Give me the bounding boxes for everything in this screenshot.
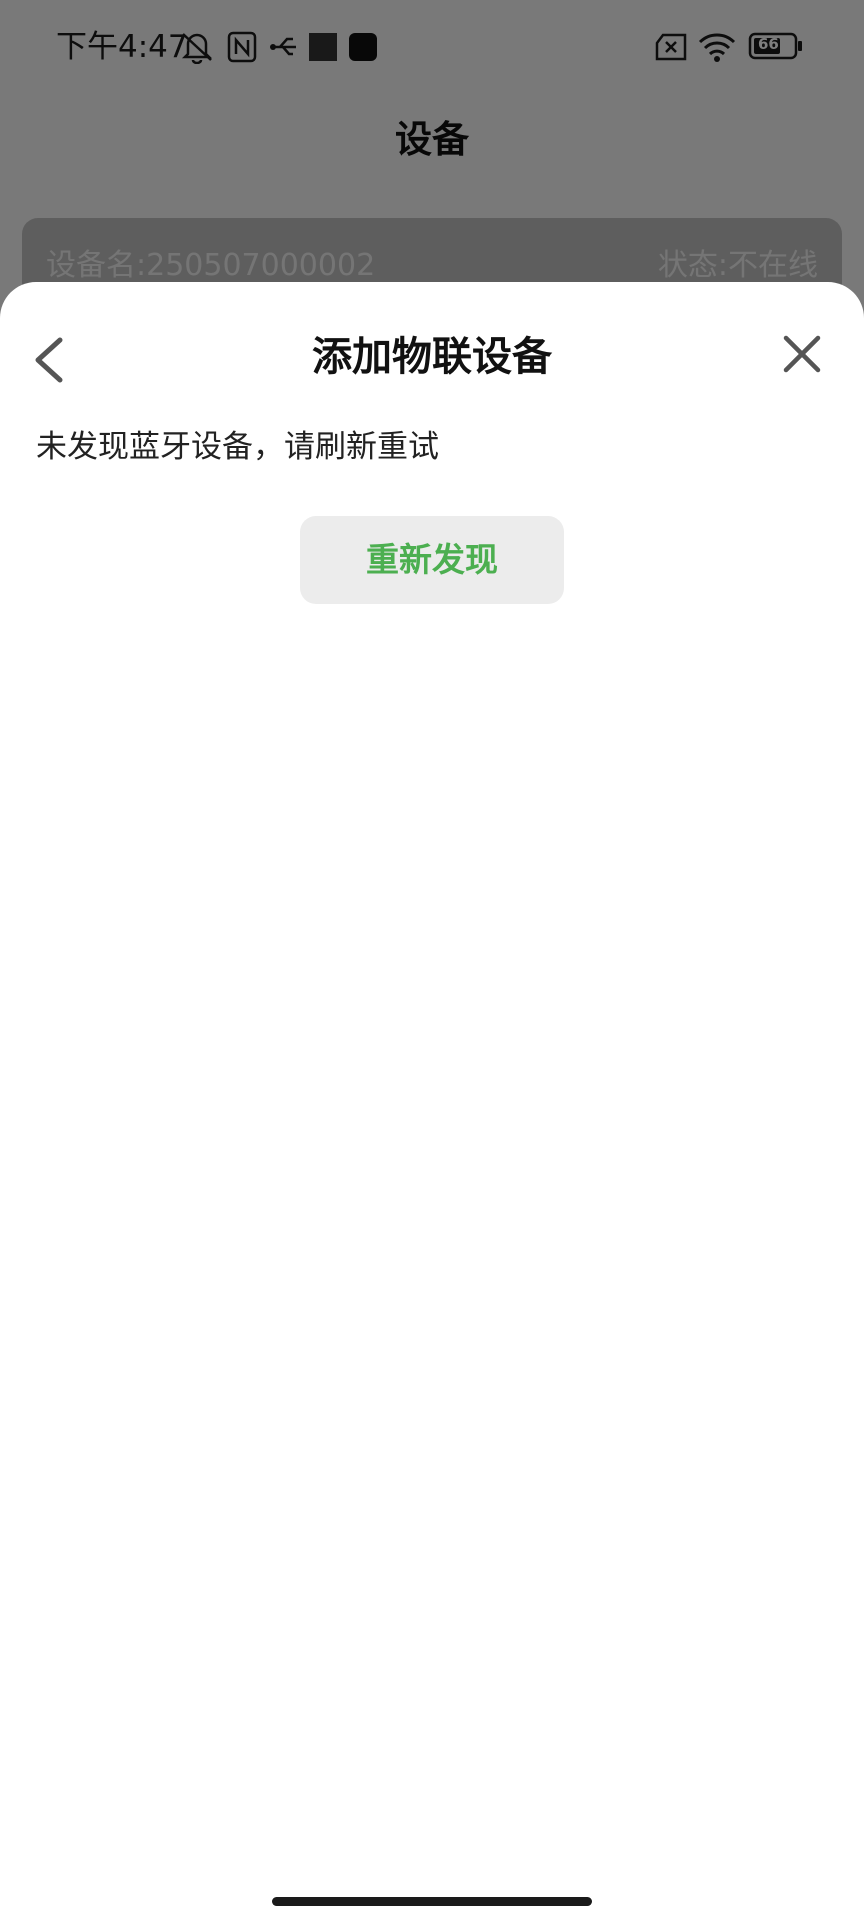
close-icon[interactable] <box>780 332 824 376</box>
home-indicator[interactable] <box>272 1897 592 1906</box>
add-device-sheet: 添加物联设备 未发现蓝牙设备，请刷新重试 重新发现 <box>0 282 864 1920</box>
sheet-title: 添加物联设备 <box>312 334 552 380</box>
rediscover-button[interactable]: 重新发现 <box>300 516 564 604</box>
no-device-message: 未发现蓝牙设备，请刷新重试 <box>36 429 439 465</box>
